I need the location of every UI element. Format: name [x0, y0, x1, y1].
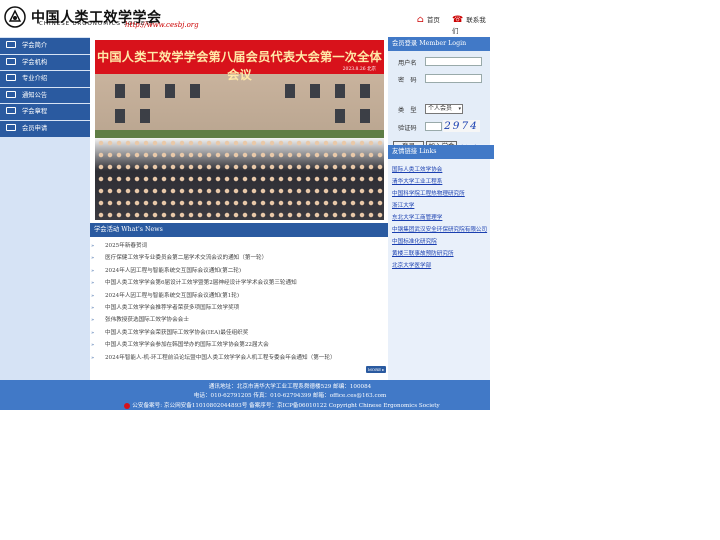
news-item-title: 中国人类工效学学会荣获国际工效学协会(IEA)最佳组织奖 [105, 329, 249, 336]
home-link-label: 首页 [426, 16, 440, 24]
friendly-link[interactable]: 浙江大学 [388, 200, 490, 212]
news-item[interactable]: » 2024年人因工程与智能系统交互国际会议通知(第二轮) [90, 265, 388, 277]
nav-item-specialty[interactable]: 专业介绍 [0, 71, 90, 87]
news-item[interactable]: » 中国人类工效学学会参加在韩国举办的国际工效学协会第22届大会 [90, 339, 388, 351]
username-input[interactable] [425, 57, 482, 66]
news-item[interactable]: » 2025年新春贺词 [90, 240, 388, 252]
logo-url: http://www.cesbj.org [125, 21, 199, 29]
captcha-image[interactable]: 2974 [443, 120, 480, 132]
main-content: 中国人类工效学学会第八届会员代表大会第一次全体会议 2023.8.26 北京 学… [90, 37, 388, 380]
member-type-value: 个人会员 [428, 105, 453, 112]
site-header: 中国人类工效学学会 CHINESE ERGONOMICS SOCIETY htt… [0, 0, 490, 37]
footer-contact: 电话：010-62791205 传真：010-62794399 邮箱：offic… [193, 393, 387, 399]
banner-date: 2023.8.26 北京 [342, 67, 376, 72]
password-input[interactable] [425, 74, 482, 83]
friendly-link[interactable]: 中国标准化研究院 [388, 236, 490, 248]
news-item-title: 2024年人因工程与智能系统交互国际会议通知(第1轮) [105, 292, 240, 299]
nav-item-label: 会员申请 [22, 124, 48, 132]
nav-item-label: 专业介绍 [22, 75, 48, 83]
news-item[interactable]: » 2024年人因工程与智能系统交互国际会议通知(第1轮) [90, 290, 388, 302]
site-footer: 通讯地址：北京市清华大学工业工程系舜德楼529 邮编：100084 电话：010… [90, 380, 490, 410]
news-item-title: 2024年人因工程与智能系统交互国际会议通知(第二轮) [105, 267, 242, 274]
type-label: 类 型 [398, 107, 417, 114]
captcha-input[interactable] [425, 122, 442, 131]
arrow-icon: » [91, 304, 95, 311]
login-heading: 会员登录 Member Login [388, 37, 490, 51]
news-item[interactable]: » 2024年智能人-机-环工程前沿论坛暨中国人类工效学学会人机工程专委会年会通知… [90, 352, 388, 364]
news-item-title: 中国人类工效学学会推荐学者荣获多项国际工效学奖项 [105, 304, 240, 311]
friendly-link[interactable]: 中钢集团武汉安全环保研究院有限公司 [388, 224, 490, 236]
footer-record: 公安备案号: 京公网安备11010802044893号 备案序号：京ICP备06… [82, 401, 482, 409]
news-item[interactable]: » 中国人类工效学学会第6届设计工效学暨第2届神经设计学学术会议第三轮通知 [90, 277, 388, 289]
more-news-button[interactable]: MORE ▸ [366, 366, 386, 373]
phone-icon: ☎ [452, 15, 464, 25]
friendly-link[interactable]: 北京大学医学部 [388, 260, 490, 272]
username-label: 用户名 [398, 60, 417, 67]
friendly-links: 国际人类工效学协会 清华大学工业工程系 中国科学院工程热物理研究所 浙江大学 东… [388, 164, 490, 272]
arrow-icon: » [91, 255, 95, 262]
news-heading: 学会活动 What's News [90, 223, 388, 237]
news-item-title: 张伟教授获选国际工效学协会会士 [105, 317, 189, 324]
footer-address: 通讯地址：北京市清华大学工业工程系舜德楼529 邮编：100084 [208, 384, 372, 390]
news-item-title: 中国人类工效学学会第6届设计工效学暨第2届神经设计学学术会议第三轮通知 [105, 280, 297, 287]
news-item[interactable]: » 张伟教授获选国际工效学协会会士 [90, 314, 388, 326]
links-heading: 友情链接 Links [388, 145, 494, 159]
home-icon: ⌂ [417, 15, 424, 25]
book-icon [6, 74, 16, 82]
contact-link[interactable]: ☎ 联系我们 [452, 14, 490, 35]
member-type-select[interactable]: 个人会员 ▾ [425, 104, 463, 114]
friendly-link[interactable]: 黄楼三联事故预防研究所 [388, 248, 490, 260]
footer-left-strip [0, 380, 90, 410]
news-list: » 2025年新春贺词 » 医疗保健工效学专业委员会第二届学术交流会议的通知（第一轮… [90, 240, 388, 364]
banner-title: 中国人类工效学学会第八届会员代表大会第一次全体会议 [97, 50, 382, 82]
nav-item-label: 学会章程 [22, 108, 48, 116]
news-item[interactable]: » 医疗保健工效学专业委员会第二届学术交流会议的通知（第一轮） [90, 252, 388, 264]
news-item[interactable]: » 中国人类工效学学会荣获国际工效学协会(IEA)最佳组织奖 [90, 327, 388, 339]
friendly-link[interactable]: 中国科学院工程热物理研究所 [388, 188, 490, 200]
book-icon [6, 57, 16, 65]
news-item-title: 医疗保健工效学专业委员会第二届学术交流会议的通知（第一轮） [105, 255, 268, 262]
chevron-down-icon: ▾ [458, 106, 461, 112]
nav-item-membership[interactable]: 会员申请 [0, 120, 90, 137]
book-icon [6, 41, 16, 48]
friendly-link[interactable]: 国际人类工效学协会 [388, 164, 490, 176]
book-icon [6, 107, 16, 115]
captcha-label: 验证码 [398, 125, 417, 132]
news-item-title: 2025年新春贺词 [105, 243, 148, 249]
nav-item-organization[interactable]: 学会机构 [0, 54, 90, 71]
book-icon [6, 90, 16, 98]
footer-record-text: 公安备案号: 京公网安备11010802044893号 备案序号：京ICP备06… [132, 403, 440, 409]
news-item-title: 2024年智能人-机-环工程前沿论坛暨中国人类工效学学会人机工程专委会年会通知（… [105, 354, 336, 361]
arrow-icon: » [91, 342, 95, 349]
nav-item-label: 通知公告 [22, 91, 48, 99]
arrow-icon: » [91, 329, 95, 336]
news-item-title: 中国人类工效学学会参加在韩国举办的国际工效学协会第22届大会 [105, 342, 269, 349]
arrow-icon: » [91, 243, 95, 249]
friendly-link[interactable]: 清华大学工业工程系 [388, 176, 490, 188]
nav-item-charter[interactable]: 学会章程 [0, 104, 90, 120]
friendly-link[interactable]: 东北大学工商管理学 [388, 212, 490, 224]
home-link[interactable]: ⌂ 首页 [417, 14, 440, 25]
book-icon [6, 123, 16, 131]
arrow-icon: » [91, 354, 95, 361]
arrow-icon: » [91, 280, 95, 287]
login-form: 用户名 密 码 类 型 个人会员▾ 验证码 2974 登录 加入学会 忘记密码 [388, 51, 490, 152]
right-sidebar: 会员登录 Member Login 用户名 密 码 类 型 个人会员 ▾ 验证码 … [388, 37, 494, 380]
nav-item-about[interactable]: 学会简介 [0, 38, 90, 54]
nav-item-notices[interactable]: 通知公告 [0, 87, 90, 104]
arrow-icon: » [91, 317, 95, 324]
banner-photo[interactable]: 中国人类工效学学会第八届会员代表大会第一次全体会议 2023.8.26 北京 [95, 40, 384, 220]
arrow-icon: » [91, 292, 95, 299]
left-navigation: 学会简介 学会机构 专业介绍 通知公告 学会章程 会员申请 [0, 37, 90, 380]
arrow-icon: » [91, 267, 95, 274]
banner-crowd [95, 138, 384, 220]
news-item[interactable]: » 中国人类工效学学会推荐学者荣获多项国际工效学奖项 [90, 302, 388, 314]
society-logo-icon [4, 6, 26, 28]
police-badge-icon [124, 402, 131, 409]
nav-item-label: 学会简介 [22, 42, 48, 49]
nav-item-label: 学会机构 [22, 58, 48, 66]
password-label: 密 码 [398, 77, 417, 84]
